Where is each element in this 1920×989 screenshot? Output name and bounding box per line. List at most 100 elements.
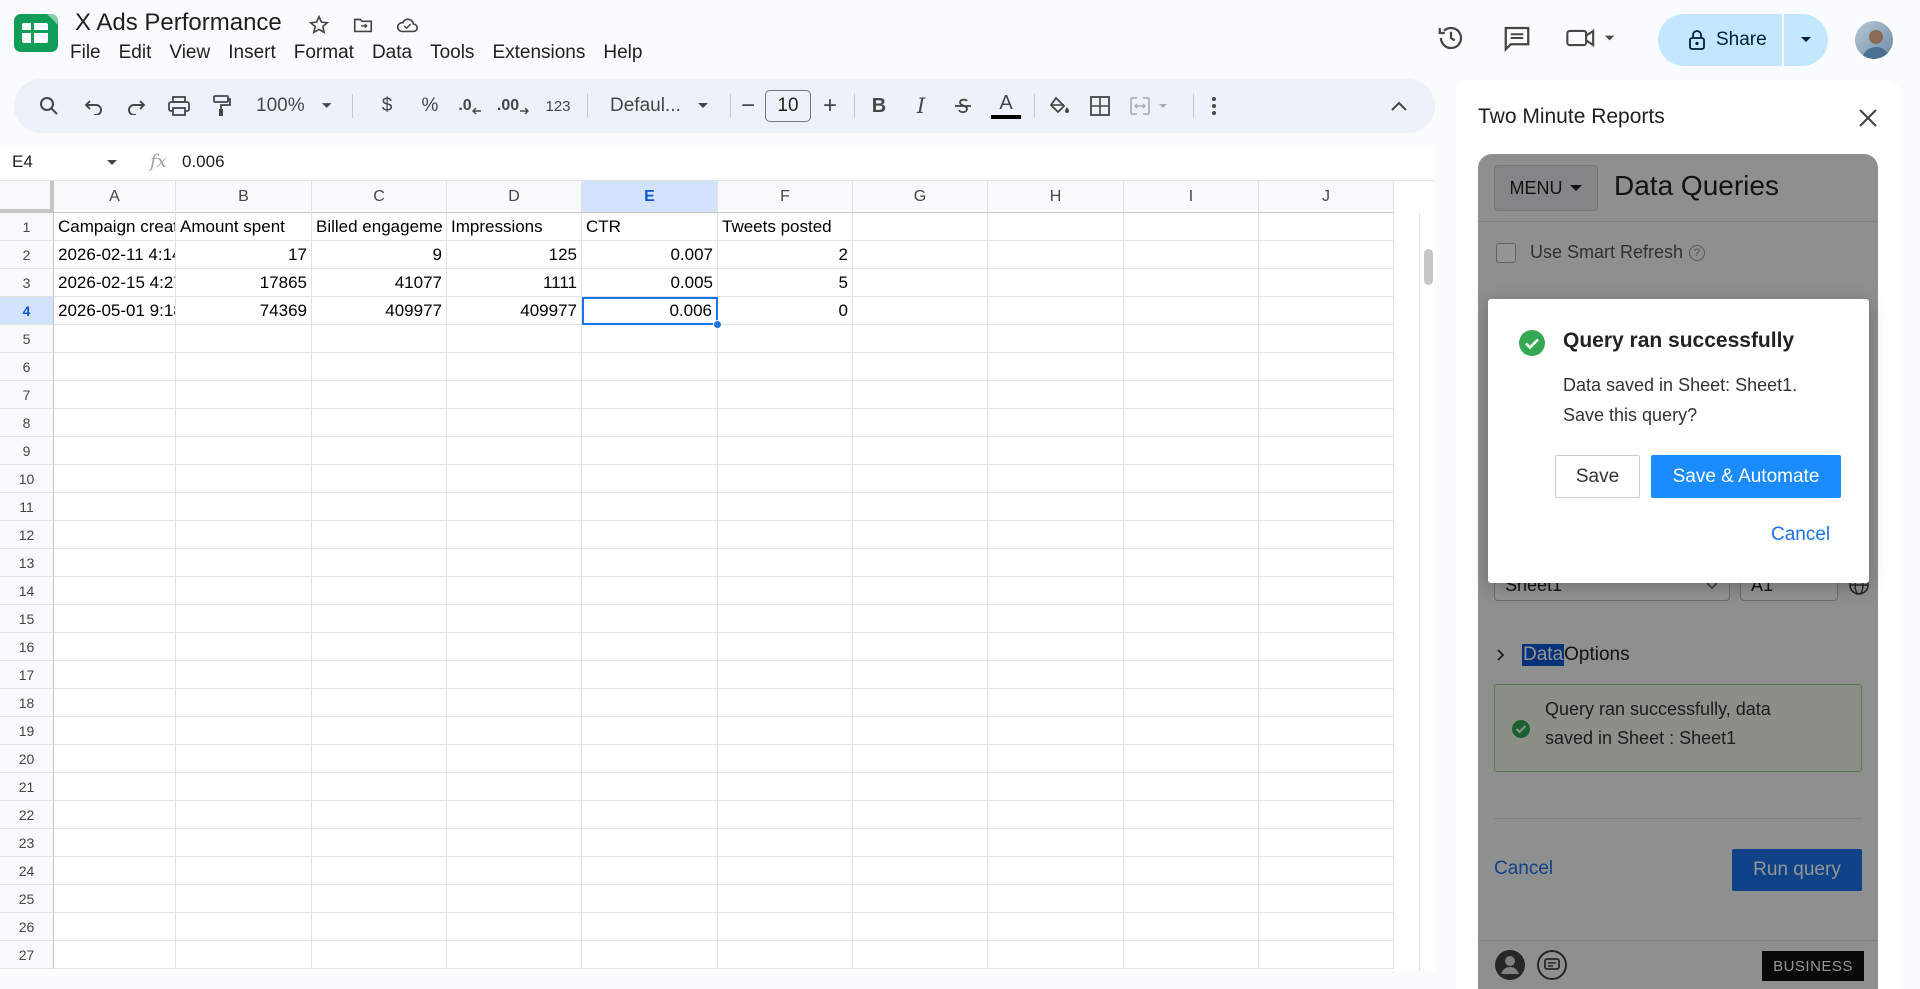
cell-g17[interactable] [853, 661, 988, 689]
row-header[interactable]: 15 [0, 605, 54, 633]
vertical-scrollbar[interactable] [1419, 213, 1435, 971]
strikethrough-icon[interactable] [948, 79, 978, 133]
cell-d13[interactable] [447, 549, 582, 577]
zoom-select[interactable]: 100% [246, 79, 332, 133]
cell-g7[interactable] [853, 381, 988, 409]
cell-h15[interactable] [988, 605, 1124, 633]
cell-f4[interactable]: 0 [718, 297, 853, 325]
cell-h7[interactable] [988, 381, 1124, 409]
cell-e18[interactable] [582, 689, 718, 717]
cell-a14[interactable] [54, 577, 176, 605]
cell-g23[interactable] [853, 829, 988, 857]
cell-a22[interactable] [54, 801, 176, 829]
cell-c13[interactable] [312, 549, 447, 577]
cell-b8[interactable] [176, 409, 312, 437]
cell-h24[interactable] [988, 857, 1124, 885]
cell-c10[interactable] [312, 465, 447, 493]
cell-c2[interactable]: 9 [312, 241, 447, 269]
cell-a17[interactable] [54, 661, 176, 689]
row-header[interactable]: 17 [0, 661, 54, 689]
cell-e15[interactable] [582, 605, 718, 633]
cell-i7[interactable] [1124, 381, 1259, 409]
cell-f11[interactable] [718, 493, 853, 521]
cell-d20[interactable] [447, 745, 582, 773]
cell-e5[interactable] [582, 325, 718, 353]
cell-h9[interactable] [988, 437, 1124, 465]
horizontal-scrollbar[interactable] [54, 969, 1419, 971]
cell-j12[interactable] [1259, 521, 1394, 549]
cell-j22[interactable] [1259, 801, 1394, 829]
column-header-h[interactable]: H [988, 181, 1124, 213]
cell-d3[interactable]: 1111 [447, 269, 582, 297]
share-button[interactable]: Share [1658, 14, 1782, 66]
formula-input[interactable]: 0.006 [182, 152, 225, 172]
cell-d11[interactable] [447, 493, 582, 521]
cell-d17[interactable] [447, 661, 582, 689]
print-icon[interactable] [163, 79, 195, 133]
cell-d1[interactable]: Impressions [447, 213, 582, 241]
cell-b25[interactable] [176, 885, 312, 913]
select-all-corner[interactable] [0, 181, 54, 213]
cell-g21[interactable] [853, 773, 988, 801]
collapse-toolbar-icon[interactable] [1384, 79, 1414, 133]
cell-d2[interactable]: 125 [447, 241, 582, 269]
cell-e21[interactable] [582, 773, 718, 801]
cell-b27[interactable] [176, 941, 312, 969]
borders-icon[interactable] [1085, 79, 1115, 133]
cell-a6[interactable] [54, 353, 176, 381]
cell-j8[interactable] [1259, 409, 1394, 437]
cell-i18[interactable] [1124, 689, 1259, 717]
cell-e11[interactable] [582, 493, 718, 521]
currency-format-button[interactable]: $ [372, 79, 402, 133]
row-header[interactable]: 24 [0, 857, 54, 885]
menu-tools[interactable]: Tools [424, 40, 480, 66]
cell-f13[interactable] [718, 549, 853, 577]
cell-b24[interactable] [176, 857, 312, 885]
cell-c14[interactable] [312, 577, 447, 605]
cell-i27[interactable] [1124, 941, 1259, 969]
cell-d21[interactable] [447, 773, 582, 801]
row-header[interactable]: 18 [0, 689, 54, 717]
cell-j18[interactable] [1259, 689, 1394, 717]
menu-view[interactable]: View [163, 40, 216, 66]
cell-f3[interactable]: 5 [718, 269, 853, 297]
cell-h22[interactable] [988, 801, 1124, 829]
cell-d5[interactable] [447, 325, 582, 353]
cell-a1[interactable]: Campaign created d [54, 213, 176, 241]
cell-e8[interactable] [582, 409, 718, 437]
cell-f23[interactable] [718, 829, 853, 857]
cell-c1[interactable]: Billed engageme [312, 213, 447, 241]
cell-f14[interactable] [718, 577, 853, 605]
cell-c21[interactable] [312, 773, 447, 801]
cell-c9[interactable] [312, 437, 447, 465]
cell-e20[interactable] [582, 745, 718, 773]
cell-h19[interactable] [988, 717, 1124, 745]
meet-call-icon[interactable] [1564, 21, 1620, 55]
cell-g3[interactable] [853, 269, 988, 297]
cell-h1[interactable] [988, 213, 1124, 241]
font-size-input[interactable]: 10 [765, 90, 811, 122]
cell-f25[interactable] [718, 885, 853, 913]
cell-c22[interactable] [312, 801, 447, 829]
cell-j7[interactable] [1259, 381, 1394, 409]
cell-b2[interactable]: 17 [176, 241, 312, 269]
cell-j26[interactable] [1259, 913, 1394, 941]
cell-h25[interactable] [988, 885, 1124, 913]
cell-d26[interactable] [447, 913, 582, 941]
cell-e16[interactable] [582, 633, 718, 661]
cell-j14[interactable] [1259, 577, 1394, 605]
cell-d18[interactable] [447, 689, 582, 717]
comments-icon[interactable] [1500, 21, 1534, 55]
cell-h6[interactable] [988, 353, 1124, 381]
cell-d23[interactable] [447, 829, 582, 857]
cell-j27[interactable] [1259, 941, 1394, 969]
column-header-d[interactable]: D [447, 181, 582, 213]
cell-f10[interactable] [718, 465, 853, 493]
cell-b5[interactable] [176, 325, 312, 353]
cell-b6[interactable] [176, 353, 312, 381]
cell-b3[interactable]: 17865 [176, 269, 312, 297]
cell-d22[interactable] [447, 801, 582, 829]
column-header-g[interactable]: G [853, 181, 988, 213]
column-header-c[interactable]: C [312, 181, 447, 213]
redo-icon[interactable] [121, 79, 151, 133]
